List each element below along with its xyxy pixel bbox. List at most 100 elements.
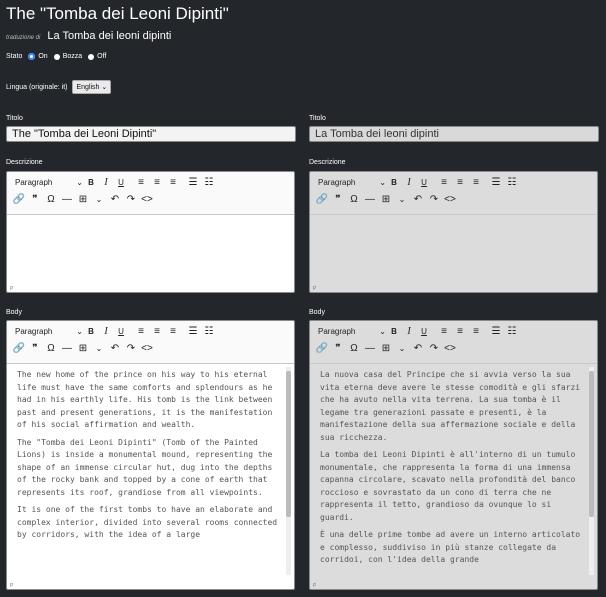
paragraph-label: Paragraph	[318, 178, 356, 187]
bullet-list-icon[interactable]: ☰	[185, 326, 201, 337]
table-icon[interactable]: ⊞	[75, 194, 91, 205]
paragraph-label: Paragraph	[15, 327, 53, 336]
link-icon[interactable]: 🔗	[11, 194, 27, 205]
align-right-icon[interactable]: ≡	[165, 177, 181, 188]
chevron-down-icon: ⌄	[101, 84, 108, 91]
quote-icon[interactable]: ❞	[27, 343, 43, 354]
bullet-list-icon: ☰	[491, 326, 501, 337]
paragraph-select: Paragraph ⌄	[314, 178, 386, 187]
body-paragraph: La tomba dei Leoni Dipinti è all'interno…	[320, 450, 576, 522]
editor-toolbar: Paragraph ⌄ B I U ≡ ≡ ≡ ☰ ☷ 🔗 ❞ Ω — ⊞ ⌄ ↶…	[310, 172, 597, 215]
horizontal-rule-icon: —	[365, 194, 375, 205]
align-left-icon: ≡	[441, 326, 447, 337]
italic-icon[interactable]: I	[99, 326, 113, 337]
redo-icon[interactable]: ↷	[123, 194, 139, 205]
source-icon[interactable]: <>	[139, 194, 155, 205]
left-description-label: Descrizione	[6, 159, 43, 166]
scrollbar-thumb[interactable]	[286, 371, 291, 517]
element-path: P	[313, 286, 317, 292]
horizontal-rule-icon[interactable]: —	[59, 194, 75, 205]
bullet-list-icon: ☰	[491, 177, 501, 188]
editor-content-area[interactable]: The new home of the prince on his way to…	[7, 363, 294, 581]
left-body-editor[interactable]: Paragraph ⌄ B I U ≡ ≡ ≡ ☰ ☷ 🔗 ❞ Ω — ⊞ ⌄ ↶…	[6, 320, 295, 590]
right-body-editor: Paragraph ⌄ B I U ≡ ≡ ≡ ☰ ☷ 🔗 ❞ Ω — ⊞ ⌄ ↶…	[309, 320, 598, 590]
paragraph-label: Paragraph	[318, 327, 356, 336]
language-row: Lingua (originale: it) English ⌄	[6, 80, 112, 94]
align-center-icon[interactable]: ≡	[149, 326, 165, 337]
align-left-icon[interactable]: ≡	[133, 177, 149, 188]
table-icon[interactable]: ⊞	[75, 343, 91, 354]
chevron-down-icon[interactable]: ⌄	[91, 344, 107, 353]
link-icon: 🔗	[315, 343, 329, 354]
underline-icon[interactable]: U	[113, 327, 129, 336]
chevron-down-icon: ⌄	[398, 195, 406, 204]
left-title-input[interactable]: The "Tomba dei Leoni Dipinti"	[6, 126, 296, 142]
language-select[interactable]: English ⌄	[72, 80, 112, 94]
chevron-down-icon: ⌄	[379, 178, 386, 187]
translation-title: La Tomba dei leoni dipinti	[47, 30, 172, 42]
paragraph-select[interactable]: Paragraph ⌄	[11, 327, 83, 336]
status-option-off[interactable]: Off	[97, 53, 106, 60]
align-center-icon: ≡	[457, 326, 463, 337]
editor-content-area: La nuova casa del Principe che si avvia …	[310, 363, 597, 581]
numbered-list-icon[interactable]: ☷	[201, 326, 217, 337]
underline-icon[interactable]: U	[113, 178, 129, 187]
align-left-icon[interactable]: ≡	[133, 326, 149, 337]
underline-icon: U	[421, 327, 427, 336]
link-icon[interactable]: 🔗	[11, 343, 27, 354]
translation-line: traduzione di La Tomba dei leoni dipinti	[6, 30, 171, 42]
left-description-editor[interactable]: Paragraph ⌄ B I U ≡ ≡ ≡ ☰ ☷ 🔗 ❞ Ω — ⊞ ⌄ ↶…	[6, 171, 295, 293]
underline-icon: U	[421, 178, 427, 187]
left-body-label: Body	[6, 309, 22, 316]
paragraph-label: Paragraph	[15, 178, 53, 187]
undo-icon[interactable]: ↶	[107, 194, 123, 205]
body-paragraph: The new home of the prince on his way to…	[17, 370, 273, 429]
editor-toolbar: Paragraph ⌄ B I U ≡ ≡ ≡ ☰ ☷ 🔗 ❞ Ω — ⊞ ⌄ ↶…	[310, 321, 597, 364]
chevron-down-icon: ⌄	[76, 327, 83, 336]
paragraph-select: Paragraph ⌄	[314, 327, 386, 336]
element-path: P	[313, 583, 317, 589]
special-char-icon: Ω	[350, 343, 358, 354]
italic-icon[interactable]: I	[99, 177, 113, 188]
special-char-icon[interactable]: Ω	[43, 343, 59, 354]
chevron-down-icon: ⌄	[398, 344, 406, 353]
horizontal-rule-icon[interactable]: —	[59, 343, 75, 354]
quote-icon[interactable]: ❞	[27, 194, 43, 205]
undo-icon[interactable]: ↶	[107, 343, 123, 354]
paragraph-select[interactable]: Paragraph ⌄	[11, 178, 83, 187]
vertical-scrollbar[interactable]	[286, 367, 291, 575]
redo-icon: ↷	[429, 343, 439, 354]
status-radio-off[interactable]	[88, 53, 95, 60]
translation-prefix: traduzione di	[6, 35, 41, 41]
status-option-bozza[interactable]: Bozza	[63, 53, 82, 60]
special-char-icon: Ω	[350, 194, 358, 205]
bold-icon[interactable]: B	[83, 327, 99, 336]
body-paragraph: La nuova casa del Principe che si avvia …	[320, 370, 581, 442]
special-char-icon[interactable]: Ω	[43, 194, 59, 205]
status-label: Stato	[6, 53, 23, 60]
align-center-icon[interactable]: ≡	[149, 177, 165, 188]
numbered-list-icon: ☷	[507, 326, 517, 337]
align-center-icon: ≡	[457, 177, 463, 188]
scrollbar-thumb[interactable]	[589, 371, 594, 517]
editor-toolbar: Paragraph ⌄ B I U ≡ ≡ ≡ ☰ ☷ 🔗 ❞ Ω — ⊞ ⌄ ↶…	[7, 172, 294, 215]
align-left-icon: ≡	[441, 177, 447, 188]
status-radio-bozza[interactable]	[53, 53, 60, 60]
vertical-scrollbar[interactable]	[589, 367, 594, 575]
quote-icon: ❞	[335, 343, 341, 354]
left-title-label: Titolo	[6, 115, 23, 122]
bold-icon[interactable]: B	[83, 178, 99, 187]
align-right-icon[interactable]: ≡	[165, 326, 181, 337]
element-path: P	[10, 583, 14, 589]
status-option-on[interactable]: On	[38, 53, 47, 60]
right-body-label: Body	[309, 309, 325, 316]
body-paragraph: It is one of the first tombs to have an …	[17, 505, 278, 539]
bullet-list-icon[interactable]: ☰	[185, 177, 201, 188]
status-radio-on[interactable]	[28, 53, 36, 60]
redo-icon[interactable]: ↷	[123, 343, 139, 354]
chevron-down-icon[interactable]: ⌄	[91, 195, 107, 204]
horizontal-rule-icon: —	[365, 343, 375, 354]
align-right-icon: ≡	[473, 326, 479, 337]
source-icon[interactable]: <>	[139, 343, 155, 354]
numbered-list-icon[interactable]: ☷	[201, 177, 217, 188]
